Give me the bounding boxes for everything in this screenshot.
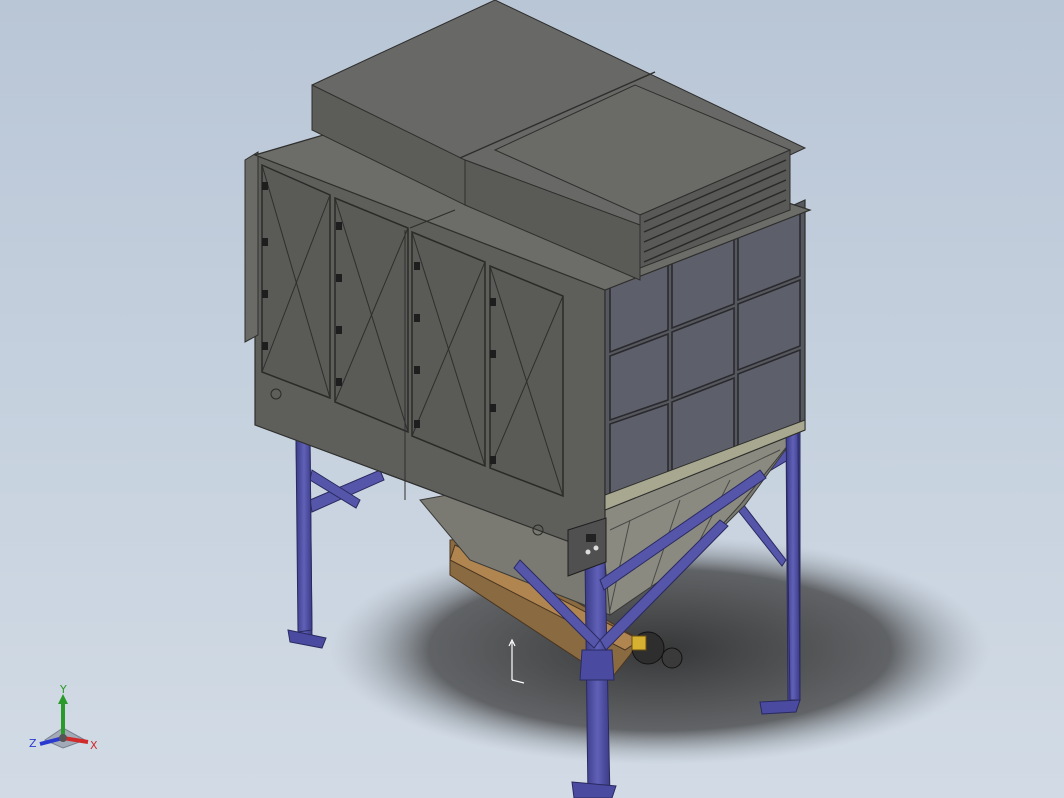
orientation-triad[interactable]: Y X Z bbox=[29, 683, 98, 752]
model-canvas[interactable]: Y X Z bbox=[0, 0, 1064, 798]
triad-x-label: X bbox=[90, 739, 98, 752]
triad-y-label: Y bbox=[59, 683, 67, 696]
triad-z-label: Z bbox=[29, 737, 37, 750]
graphics-viewport[interactable]: Y X Z bbox=[0, 0, 1064, 798]
